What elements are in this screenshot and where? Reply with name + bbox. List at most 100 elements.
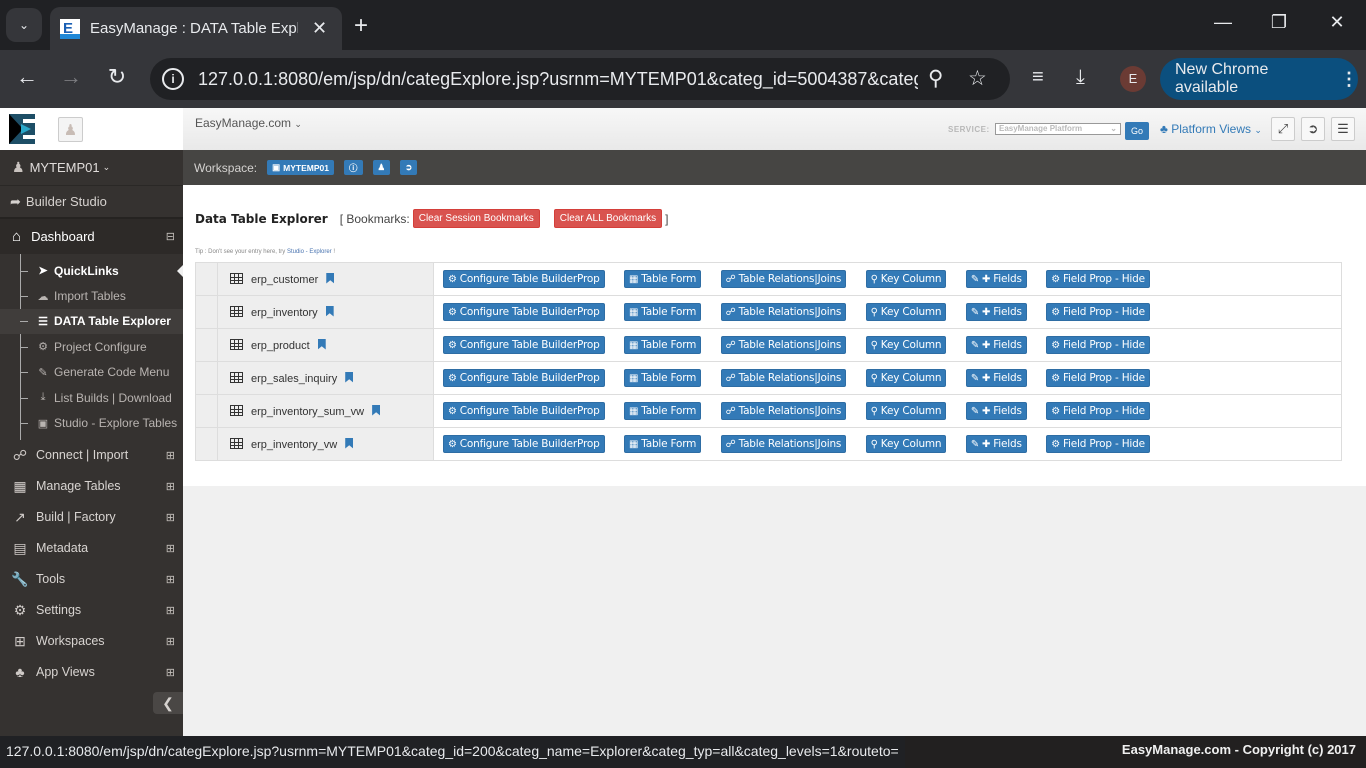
media-controls-icon[interactable]: ≡ [1032, 66, 1044, 89]
expand-toggle-icon[interactable]: ⊞ [166, 480, 175, 493]
new-tab-button[interactable]: + [354, 12, 368, 40]
key-column-button[interactable]: ⚲ Key Column [865, 368, 947, 387]
minimize-window-button[interactable]: — [1208, 12, 1238, 33]
easymanage-logo-icon[interactable] [9, 114, 35, 144]
fullscreen-button[interactable]: ⤢ [1271, 117, 1295, 141]
field-prop-hide-button[interactable]: ⚙ Field Prop - Hide [1046, 302, 1150, 321]
table-relations-joins-button[interactable]: ☍ Table Relations|Joins [720, 368, 847, 387]
configure-table-builderprop-button[interactable]: ⚙ Configure Table BuilderProp [443, 434, 605, 453]
key-column-button[interactable]: ⚲ Key Column [865, 434, 947, 453]
restore-window-button[interactable]: ❐ [1264, 12, 1294, 33]
bookmark-icon[interactable] [317, 338, 326, 350]
sidebar-item-generate-code-menu[interactable]: ✎ Generate Code Menu [0, 360, 183, 385]
zoom-icon[interactable]: ⚲ [928, 66, 943, 91]
logout-button[interactable]: ➲ [1301, 117, 1325, 141]
table-relations-joins-button[interactable]: ☍ Table Relations|Joins [720, 401, 847, 420]
sidebar-item-project-configure[interactable]: ⚙ Project Configure [0, 334, 183, 359]
service-select[interactable]: EasyManage Platform ⌄ [995, 123, 1121, 135]
update-chrome-button[interactable]: New Chrome available ⋮ [1160, 58, 1358, 100]
sidebar-item-build-factory[interactable]: ↗ Build | Factory ⊞ [0, 502, 183, 533]
bookmark-star-icon[interactable]: ☆ [968, 66, 987, 91]
expand-toggle-icon[interactable]: ⊞ [166, 666, 175, 679]
reload-button[interactable]: ↻ [102, 64, 132, 90]
table-relations-joins-button[interactable]: ☍ Table Relations|Joins [720, 434, 847, 453]
table-name-link[interactable]: erp_sales_inquiry [251, 373, 337, 385]
studio-explorer-link[interactable]: Studio - Explorer [287, 249, 332, 255]
bookmark-icon[interactable] [326, 272, 335, 284]
configure-table-builderprop-button[interactable]: ⚙ Configure Table BuilderProp [443, 302, 605, 321]
add-fields-button[interactable]: ✎ ✚ Fields [965, 302, 1027, 321]
workspace-user-button[interactable]: ♟ [372, 160, 391, 175]
workspace-info-button[interactable]: ⓘ [344, 160, 363, 175]
expand-toggle-icon[interactable]: ⊞ [166, 573, 175, 586]
sidebar-item-app-views[interactable]: ♣ App Views ⊞ [0, 657, 183, 688]
table-form-button[interactable]: ▦ Table Form [624, 368, 702, 387]
field-prop-hide-button[interactable]: ⚙ Field Prop - Hide [1046, 335, 1150, 354]
sidebar-item-connect-import[interactable]: ☍ Connect | Import ⊞ [0, 440, 183, 471]
downloads-icon[interactable]: ⤓ [1076, 66, 1085, 89]
close-window-button[interactable]: ✕ [1322, 12, 1352, 33]
table-form-button[interactable]: ▦ Table Form [624, 269, 702, 288]
table-name-link[interactable]: erp_inventory_sum_vw [251, 406, 364, 418]
table-name-link[interactable]: erp_inventory_vw [251, 439, 337, 451]
configure-table-builderprop-button[interactable]: ⚙ Configure Table BuilderProp [443, 269, 605, 288]
user-avatar[interactable]: ♟ [58, 117, 83, 142]
back-button[interactable]: ← [12, 64, 42, 90]
workspace-name-button[interactable]: ▣ MYTEMP01 [267, 160, 334, 175]
add-fields-button[interactable]: ✎ ✚ Fields [965, 401, 1027, 420]
table-relations-joins-button[interactable]: ☍ Table Relations|Joins [720, 302, 847, 321]
expand-toggle-icon[interactable]: ⊞ [166, 542, 175, 555]
clear-all-bookmarks-button[interactable]: Clear ALL Bookmarks [553, 209, 663, 228]
add-fields-button[interactable]: ✎ ✚ Fields [965, 335, 1027, 354]
collapse-toggle-icon[interactable]: ⊟ [166, 230, 175, 243]
sidebar-item-data-table-explorer[interactable]: ☰ DATA Table Explorer [0, 308, 183, 335]
address-bar[interactable]: i 127.0.0.1:8080/em/jsp/dn/categExplore.… [150, 58, 1010, 100]
add-fields-button[interactable]: ✎ ✚ Fields [965, 269, 1027, 288]
platform-views-dropdown[interactable]: ♣ Platform Views ⌄ [1160, 122, 1262, 136]
table-name-link[interactable]: erp_product [251, 340, 310, 352]
sidebar-item-list-builds[interactable]: ⤓ List Builds | Download [0, 385, 183, 410]
table-name-link[interactable]: erp_inventory [251, 307, 318, 319]
configure-table-builderprop-button[interactable]: ⚙ Configure Table BuilderProp [443, 335, 605, 354]
configure-table-builderprop-button[interactable]: ⚙ Configure Table BuilderProp [443, 401, 605, 420]
key-column-button[interactable]: ⚲ Key Column [865, 269, 947, 288]
expand-toggle-icon[interactable]: ⊞ [166, 604, 175, 617]
expand-toggle-icon[interactable]: ⊞ [166, 511, 175, 524]
sidebar-item-metadata[interactable]: ▤ Metadata ⊞ [0, 533, 183, 564]
bookmark-icon[interactable] [372, 404, 381, 416]
table-form-button[interactable]: ▦ Table Form [624, 434, 702, 453]
sidebar-item-dashboard[interactable]: ⌂ Dashboard ⊟ [0, 219, 183, 254]
field-prop-hide-button[interactable]: ⚙ Field Prop - Hide [1046, 269, 1150, 288]
table-name-link[interactable]: erp_customer [251, 274, 318, 286]
site-menu-dropdown[interactable]: EasyManage.com ⌄ [195, 116, 302, 130]
main-menu-button[interactable]: ☰ [1331, 117, 1355, 141]
browser-tab-active[interactable]: EasyManage : DATA Table Explorer ✕ [50, 7, 342, 50]
expand-toggle-icon[interactable]: ⊞ [166, 449, 175, 462]
bookmark-icon[interactable] [345, 437, 354, 449]
bookmark-icon[interactable] [345, 371, 354, 383]
more-menu-icon[interactable]: ⋮ [1340, 69, 1358, 90]
go-button[interactable]: Go [1125, 122, 1149, 140]
configure-table-builderprop-button[interactable]: ⚙ Configure Table BuilderProp [443, 368, 605, 387]
field-prop-hide-button[interactable]: ⚙ Field Prop - Hide [1046, 368, 1150, 387]
add-fields-button[interactable]: ✎ ✚ Fields [965, 434, 1027, 453]
table-relations-joins-button[interactable]: ☍ Table Relations|Joins [720, 335, 847, 354]
workspace-exit-button[interactable]: ➲ [400, 160, 418, 175]
collapse-sidebar-button[interactable]: ❮ [153, 692, 183, 714]
sidebar-item-tools[interactable]: 🔧 Tools ⊞ [0, 564, 183, 595]
profile-avatar[interactable]: E [1120, 66, 1146, 92]
key-column-button[interactable]: ⚲ Key Column [865, 302, 947, 321]
forward-button[interactable]: → [56, 64, 86, 90]
expand-toggle-icon[interactable]: ⊞ [166, 635, 175, 648]
table-form-button[interactable]: ▦ Table Form [624, 302, 702, 321]
add-fields-button[interactable]: ✎ ✚ Fields [965, 368, 1027, 387]
table-form-button[interactable]: ▦ Table Form [624, 401, 702, 420]
sidebar-item-import-tables[interactable]: ☁ Import Tables [0, 283, 183, 308]
table-relations-joins-button[interactable]: ☍ Table Relations|Joins [720, 269, 847, 288]
field-prop-hide-button[interactable]: ⚙ Field Prop - Hide [1046, 401, 1150, 420]
bookmark-icon[interactable] [325, 305, 334, 317]
clear-session-bookmarks-button[interactable]: Clear Session Bookmarks [412, 209, 540, 228]
tab-search-button[interactable]: ⌄ [6, 8, 42, 42]
table-form-button[interactable]: ▦ Table Form [624, 335, 702, 354]
sidebar-item-workspaces[interactable]: ⊞ Workspaces ⊞ [0, 626, 183, 657]
